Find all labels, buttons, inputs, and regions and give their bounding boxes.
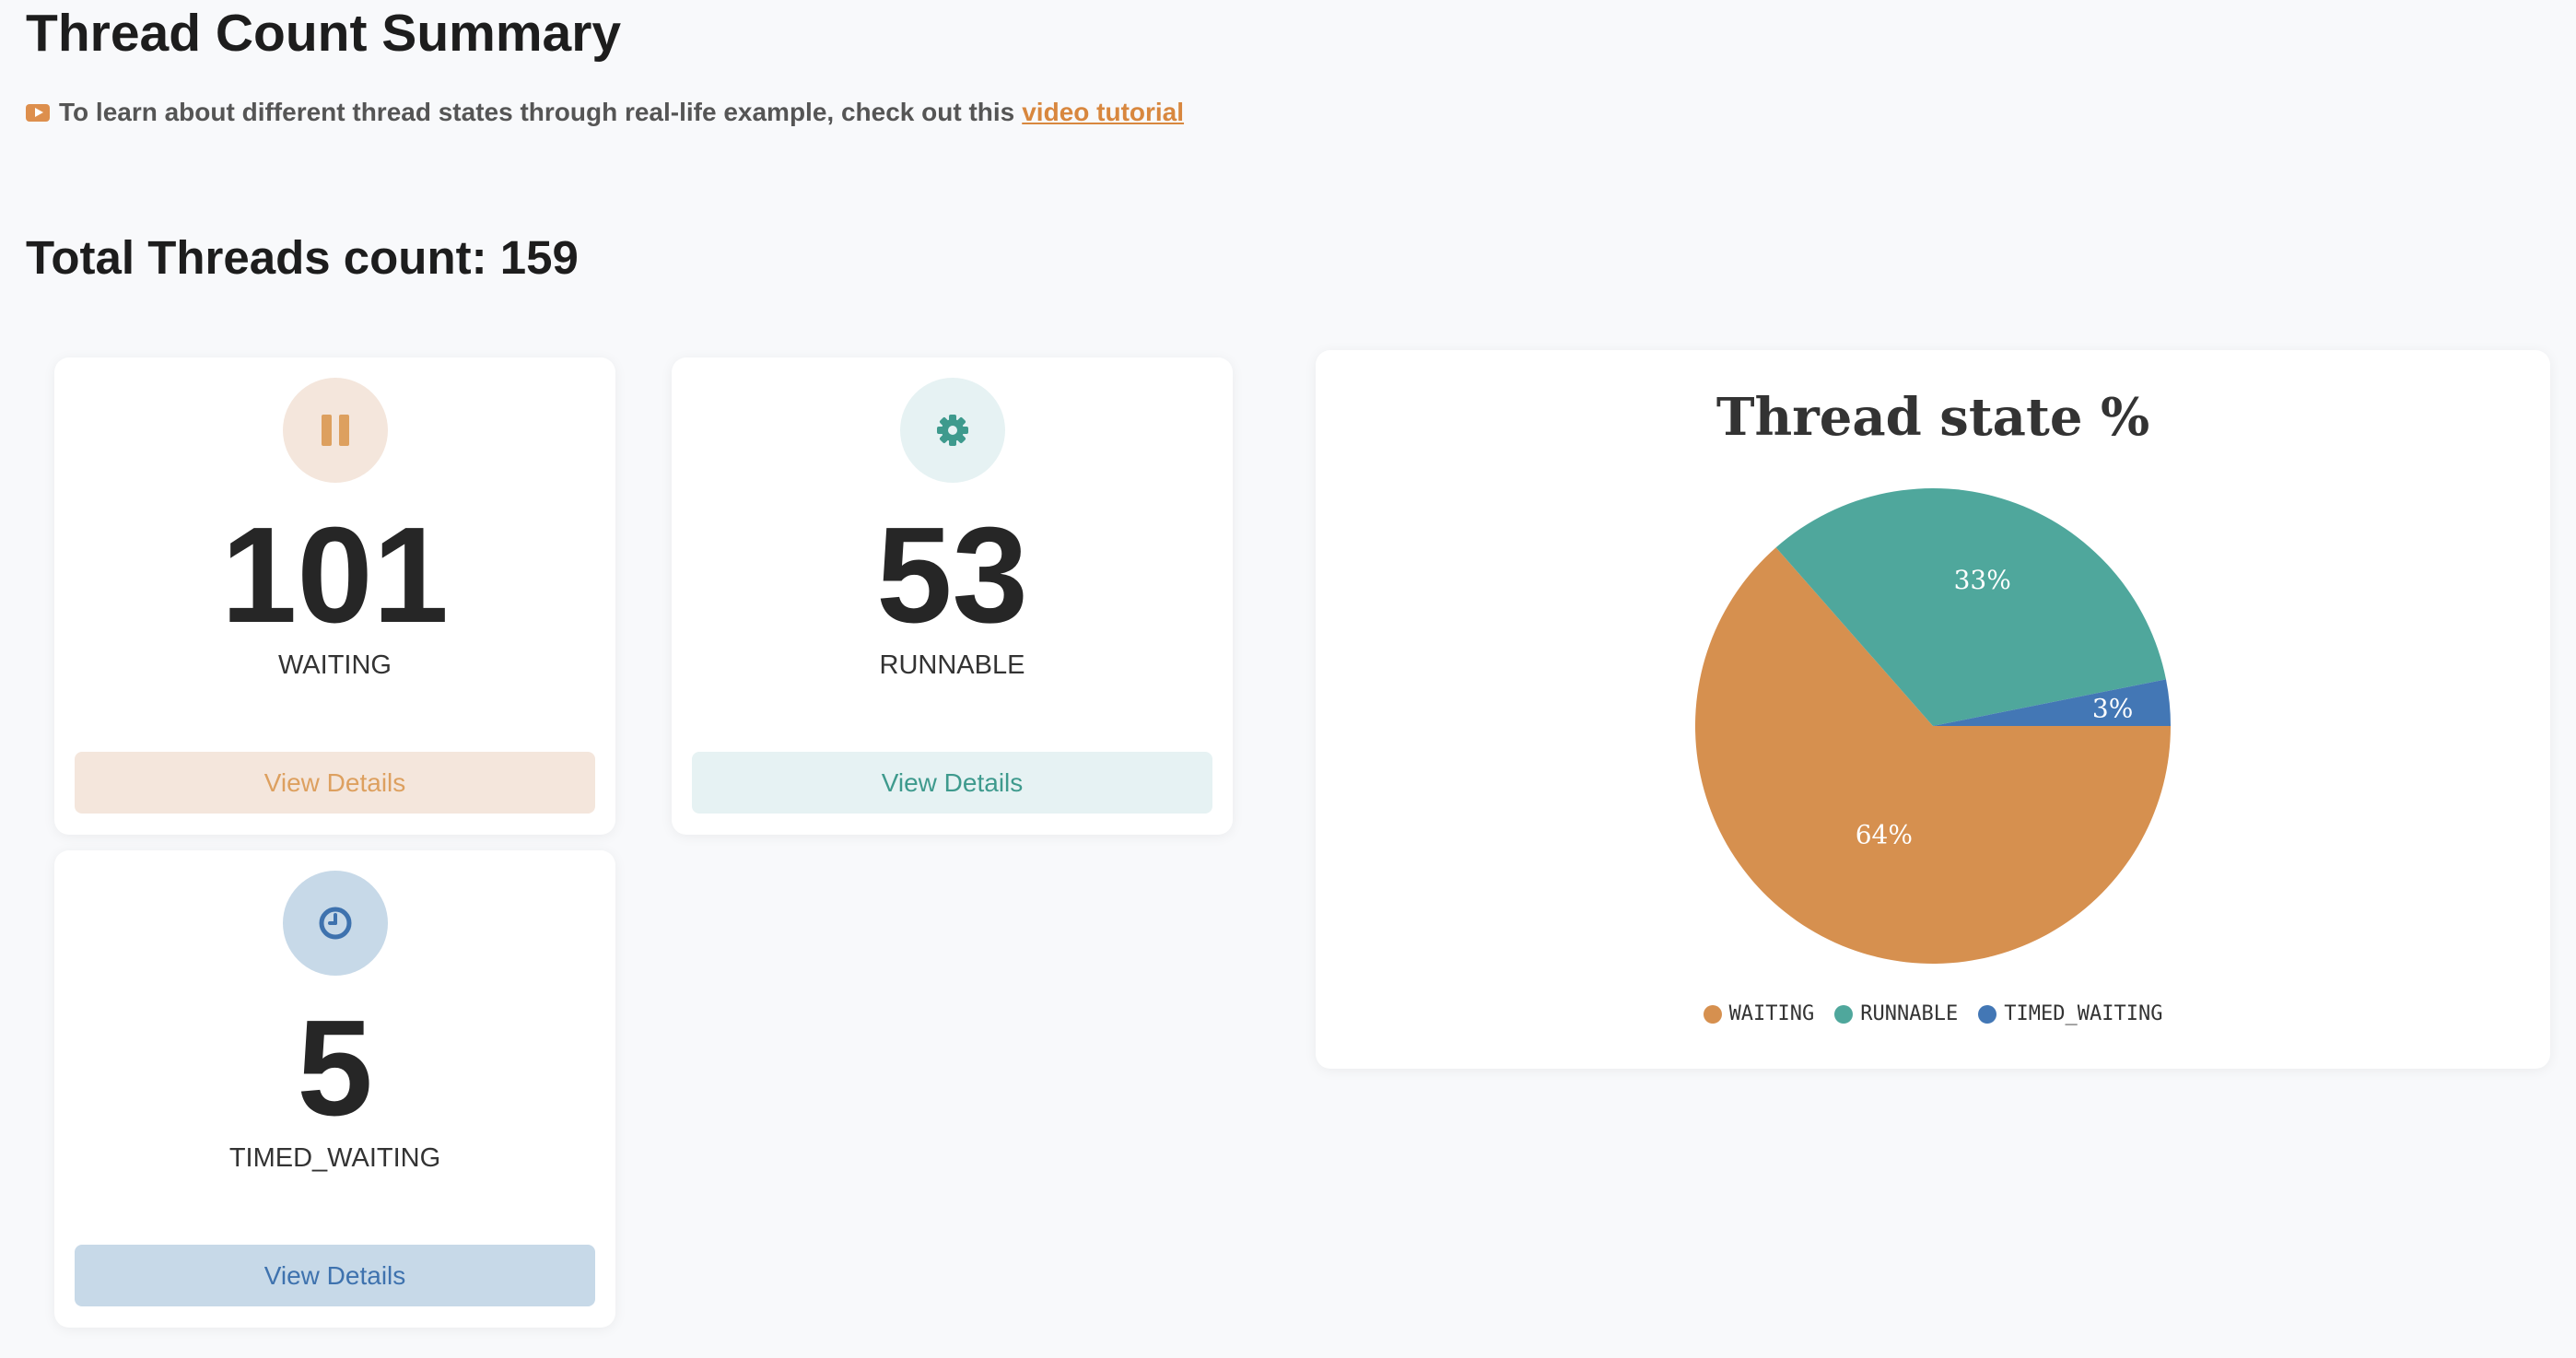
legend-label: WAITING — [1728, 1002, 1815, 1025]
timed-waiting-card: 5 TIMED_WAITING View Details — [54, 850, 615, 1328]
pause-icon — [283, 378, 388, 483]
legend-label: TIMED_WAITING — [2004, 1002, 2163, 1025]
timed-waiting-count: 5 — [297, 992, 373, 1144]
legend-label: RUNNABLE — [1860, 1002, 1959, 1025]
video-tutorial-link[interactable]: video tutorial — [1022, 98, 1184, 127]
runnable-count: 53 — [876, 499, 1028, 651]
timed-waiting-view-details-button[interactable]: View Details — [75, 1245, 595, 1306]
legend-item-runnable[interactable]: RUNNABLE — [1834, 1002, 1958, 1025]
thread-state-chart-card: Thread state % 64% 33% 3% WAITING RUNNABLE T… — [1316, 350, 2550, 1069]
legend-item-waiting[interactable]: WAITING — [1703, 1002, 1815, 1025]
waiting-view-details-button[interactable]: View Details — [75, 752, 595, 814]
chart-legend: WAITING RUNNABLE TIMED_WAITING — [1316, 1002, 2550, 1025]
runnable-card: 53 RUNNABLE View Details — [672, 357, 1233, 835]
pie-label-waiting: 64% — [1856, 820, 1913, 850]
thread-state-pie-chart: 64% 33% 3% — [1695, 488, 2171, 964]
waiting-count: 101 — [221, 499, 449, 651]
waiting-label: WAITING — [278, 650, 392, 680]
total-threads-count: Total Threads count: 159 — [26, 231, 579, 284]
runnable-label: RUNNABLE — [879, 650, 1025, 680]
tutorial-notice: To learn about different thread states t… — [26, 98, 1184, 127]
pie-label-timed-waiting: 3% — [2092, 694, 2133, 724]
page-title: Thread Count Summary — [26, 4, 622, 63]
runnable-view-details-button[interactable]: View Details — [692, 752, 1212, 814]
clock-icon — [283, 871, 388, 976]
legend-dot — [1978, 1004, 1997, 1024]
gear-icon — [900, 378, 1005, 483]
youtube-play-icon — [26, 103, 50, 122]
timed-waiting-label: TIMED_WAITING — [228, 1143, 441, 1173]
legend-dot — [1834, 1004, 1854, 1024]
legend-dot — [1703, 1004, 1722, 1024]
legend-item-timed-waiting[interactable]: TIMED_WAITING — [1978, 1002, 2162, 1025]
waiting-card: 101 WAITING View Details — [54, 357, 615, 835]
tutorial-text: To learn about different thread states t… — [59, 98, 1015, 126]
pie-label-runnable: 33% — [1954, 565, 2011, 595]
